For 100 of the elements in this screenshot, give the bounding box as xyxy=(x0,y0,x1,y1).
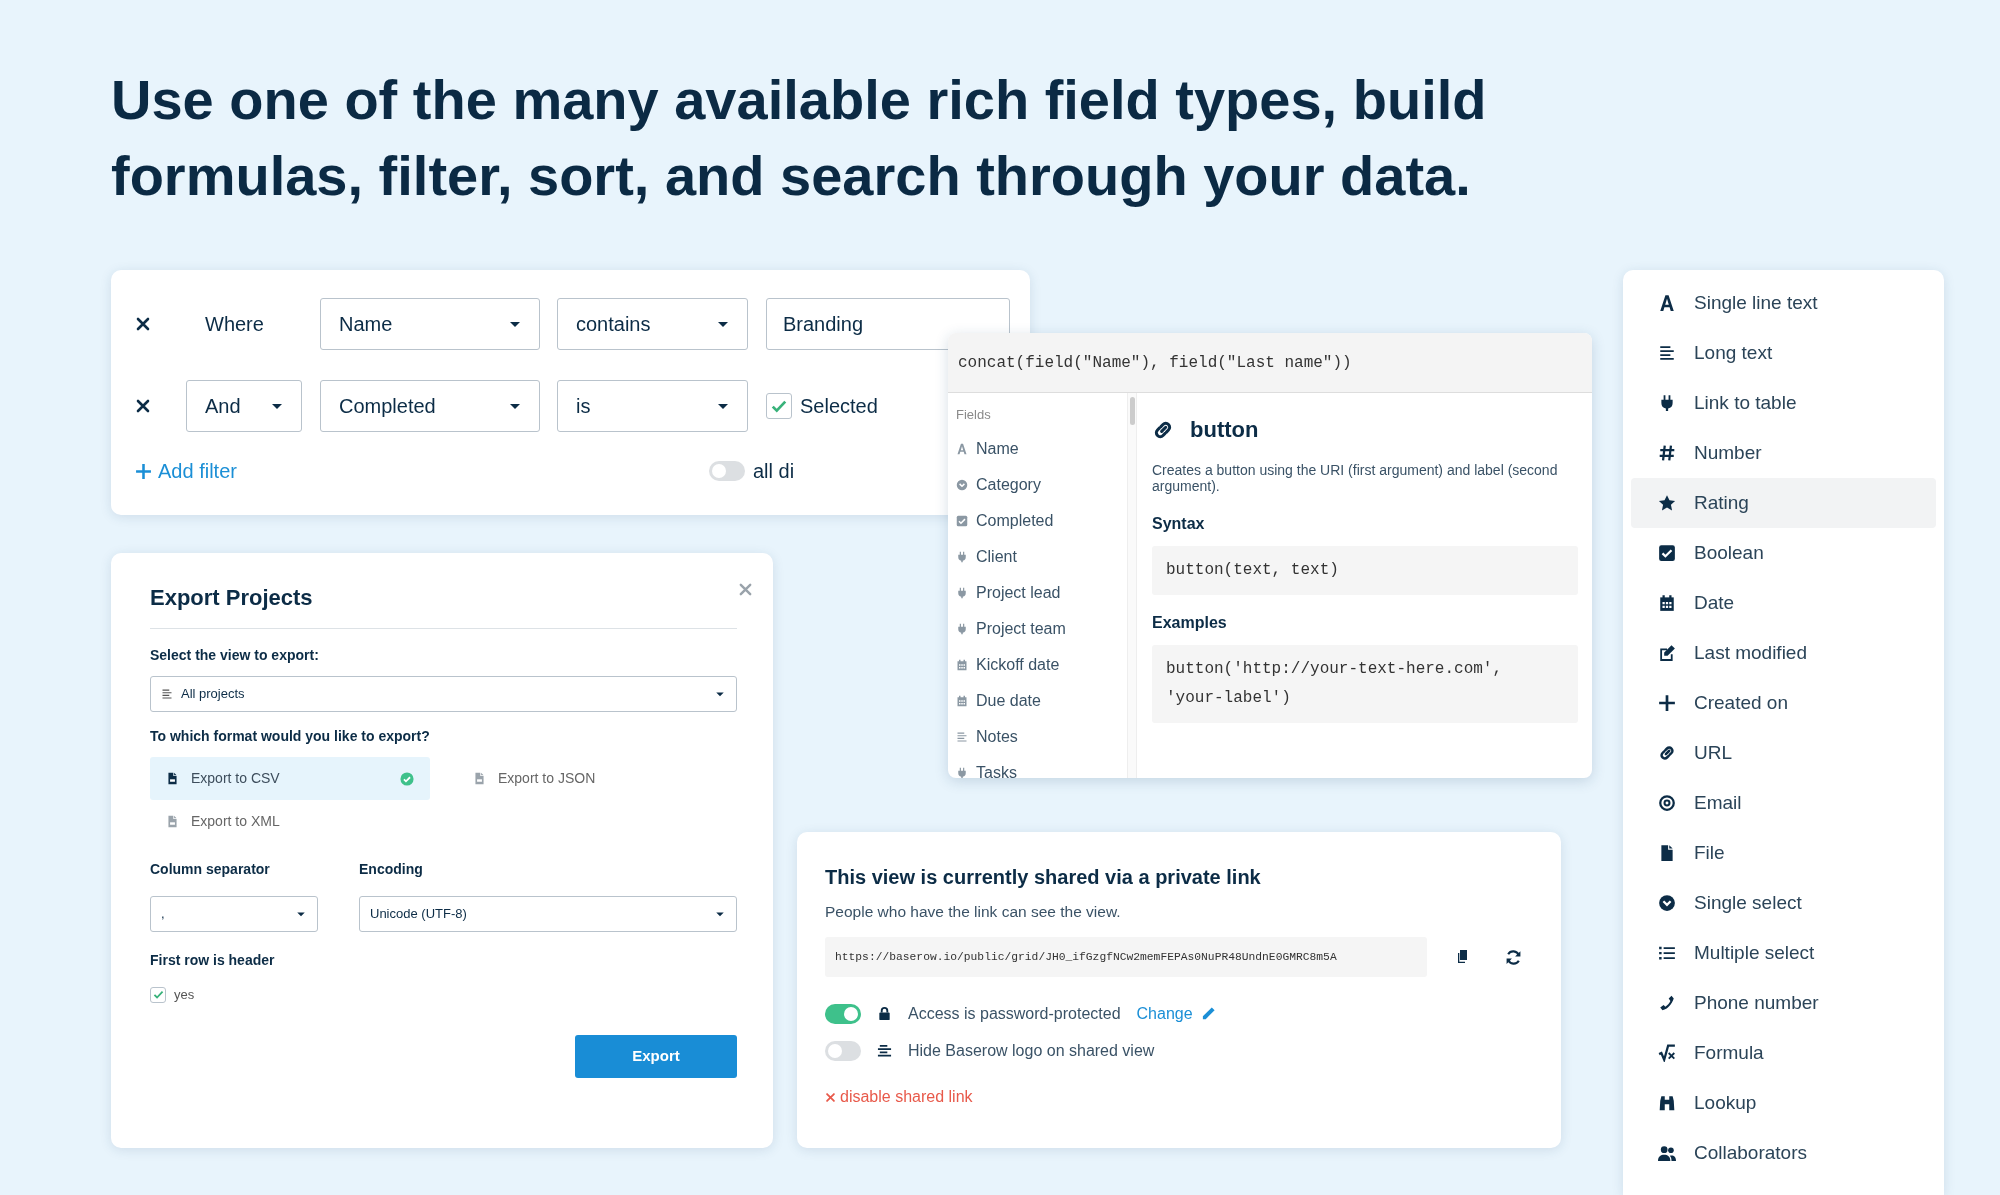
plus-icon xyxy=(135,462,152,480)
field-dropdown[interactable]: Name xyxy=(320,298,540,350)
scrollbar[interactable] xyxy=(1127,393,1137,778)
checkbox-label: yes xyxy=(174,986,195,1004)
field-type-item[interactable]: Email xyxy=(1631,778,1936,828)
file-icon xyxy=(166,772,179,785)
field-type-item[interactable]: File xyxy=(1631,828,1936,878)
where-label: Where xyxy=(204,313,264,335)
binoculars-icon xyxy=(1658,1094,1676,1112)
pencil-icon xyxy=(1200,1006,1216,1022)
separator-label: Column separator xyxy=(150,860,271,879)
toggle-switch[interactable] xyxy=(708,461,745,481)
field-type-item[interactable]: Created on xyxy=(1631,678,1936,728)
close-icon[interactable] xyxy=(135,316,151,332)
field-item[interactable]: Due date xyxy=(956,682,1119,719)
example-code: button('http://your-text-here.com', 'your-label') xyxy=(1152,645,1578,723)
lines-icon xyxy=(1658,344,1676,362)
field-type-item[interactable]: Number xyxy=(1631,428,1936,478)
examples-heading: Examples xyxy=(1152,613,1228,633)
operator-dropdown[interactable]: is xyxy=(557,380,748,432)
field-type-item[interactable]: Last modified xyxy=(1631,628,1936,678)
link-icon xyxy=(1658,744,1676,762)
field-item[interactable]: Category xyxy=(956,466,1119,503)
calendar-icon xyxy=(956,694,968,707)
close-icon xyxy=(825,1091,836,1103)
shared-url[interactable]: https://baserow.io/public/grid/JH0_ifGzgfNCw2memFEPAs0NuPR48UndnE0GMRC8m5A xyxy=(825,937,1427,978)
export-format-option[interactable]: Export to JSON xyxy=(457,757,737,800)
field-type-item[interactable]: Single select xyxy=(1631,878,1936,928)
file-icon xyxy=(166,815,179,828)
dialog-title: Export Projects xyxy=(150,581,737,629)
checkbox[interactable] xyxy=(150,986,166,1003)
field-type-item[interactable]: Rating xyxy=(1631,478,1936,528)
field-item[interactable]: Project team xyxy=(956,610,1119,647)
field-type-item[interactable]: URL xyxy=(1631,728,1936,778)
phone-icon xyxy=(1658,994,1676,1012)
calendar-icon xyxy=(956,658,968,671)
change-link[interactable]: Change xyxy=(1136,1001,1216,1026)
plug-icon xyxy=(956,766,968,778)
function-name: button xyxy=(1190,416,1259,444)
field-type-item[interactable]: Date xyxy=(1631,578,1936,628)
header-label: First row is header xyxy=(150,951,276,970)
file-icon xyxy=(1658,844,1676,862)
headline: Use one of the many available rich field types, build formulas, filter, sort, and search through your data. xyxy=(111,67,1488,209)
disable-link[interactable]: disable shared link xyxy=(825,1085,973,1110)
refresh-icon[interactable] xyxy=(1505,948,1522,966)
calendar-icon xyxy=(1658,594,1676,612)
fields-heading: Fields xyxy=(956,406,992,424)
letter-a-icon xyxy=(956,442,968,455)
view-dropdown[interactable]: All projects xyxy=(150,676,737,712)
export-format-option[interactable]: Export to XML xyxy=(150,800,430,843)
operator-dropdown[interactable]: contains xyxy=(557,298,748,350)
chevron-circle-icon xyxy=(1658,894,1676,912)
toggle-switch[interactable] xyxy=(825,1040,861,1061)
field-type-item[interactable]: Formula xyxy=(1631,1028,1936,1078)
add-filter-link[interactable]: Add filter xyxy=(135,456,237,486)
field-type-item[interactable]: Boolean xyxy=(1631,528,1936,578)
field-item[interactable]: Name xyxy=(956,430,1119,467)
field-type-item[interactable]: Link to table xyxy=(1631,378,1936,428)
export-button[interactable]: Export xyxy=(575,1034,737,1078)
syntax-heading: Syntax xyxy=(1152,514,1206,535)
option-label: Access is password-protected xyxy=(908,1003,1121,1024)
field-dropdown[interactable]: Completed xyxy=(320,380,540,432)
checkbox[interactable] xyxy=(766,393,792,419)
field-type-item[interactable]: Single line text xyxy=(1631,278,1936,328)
view-label: Select the view to export: xyxy=(150,646,320,665)
checkbox-label: Selected xyxy=(800,394,878,419)
lines-icon xyxy=(161,688,173,700)
plug-icon xyxy=(956,550,968,563)
field-type-item[interactable]: Multiple select xyxy=(1631,928,1936,978)
field-item[interactable]: Project lead xyxy=(956,574,1119,611)
field-item[interactable]: Tasks xyxy=(956,754,1119,778)
function-description: Creates a button using the URI (first argument) and label (second argument). xyxy=(1152,462,1559,495)
file-icon xyxy=(473,772,486,785)
syntax-code: button(text, text) xyxy=(1152,546,1578,595)
plug-icon xyxy=(956,622,968,635)
format-label: To which format would you like to export? xyxy=(150,727,431,746)
field-item[interactable]: Notes xyxy=(956,718,1119,755)
stack-icon xyxy=(877,1043,892,1059)
field-type-item[interactable]: Long text xyxy=(1631,328,1936,378)
hash-icon xyxy=(1658,444,1676,462)
plug-icon xyxy=(1658,394,1676,412)
close-icon[interactable] xyxy=(135,398,151,414)
field-type-item[interactable]: Phone number xyxy=(1631,978,1936,1028)
list-icon xyxy=(1658,944,1676,962)
option-label: Hide Baserow logo on shared view xyxy=(908,1040,1155,1061)
star-icon xyxy=(1658,494,1676,512)
toggle-switch[interactable] xyxy=(825,1003,861,1024)
checkbox-icon xyxy=(1658,544,1676,562)
letter-a-icon xyxy=(1658,294,1676,312)
export-format-option[interactable]: Export to CSV xyxy=(150,757,430,800)
field-type-item[interactable]: Lookup xyxy=(1631,1078,1936,1128)
field-type-item[interactable]: Collaborators xyxy=(1631,1128,1936,1178)
plug-icon xyxy=(956,586,968,599)
field-item[interactable]: Completed xyxy=(956,502,1119,539)
separator-dropdown[interactable]: , xyxy=(150,896,318,932)
conjunction-dropdown[interactable]: And xyxy=(186,380,302,432)
check-circle-icon xyxy=(400,771,414,786)
field-item[interactable]: Client xyxy=(956,538,1119,575)
field-item[interactable]: Kickoff date xyxy=(956,646,1119,683)
encoding-dropdown[interactable]: Unicode (UTF-8) xyxy=(359,896,737,932)
